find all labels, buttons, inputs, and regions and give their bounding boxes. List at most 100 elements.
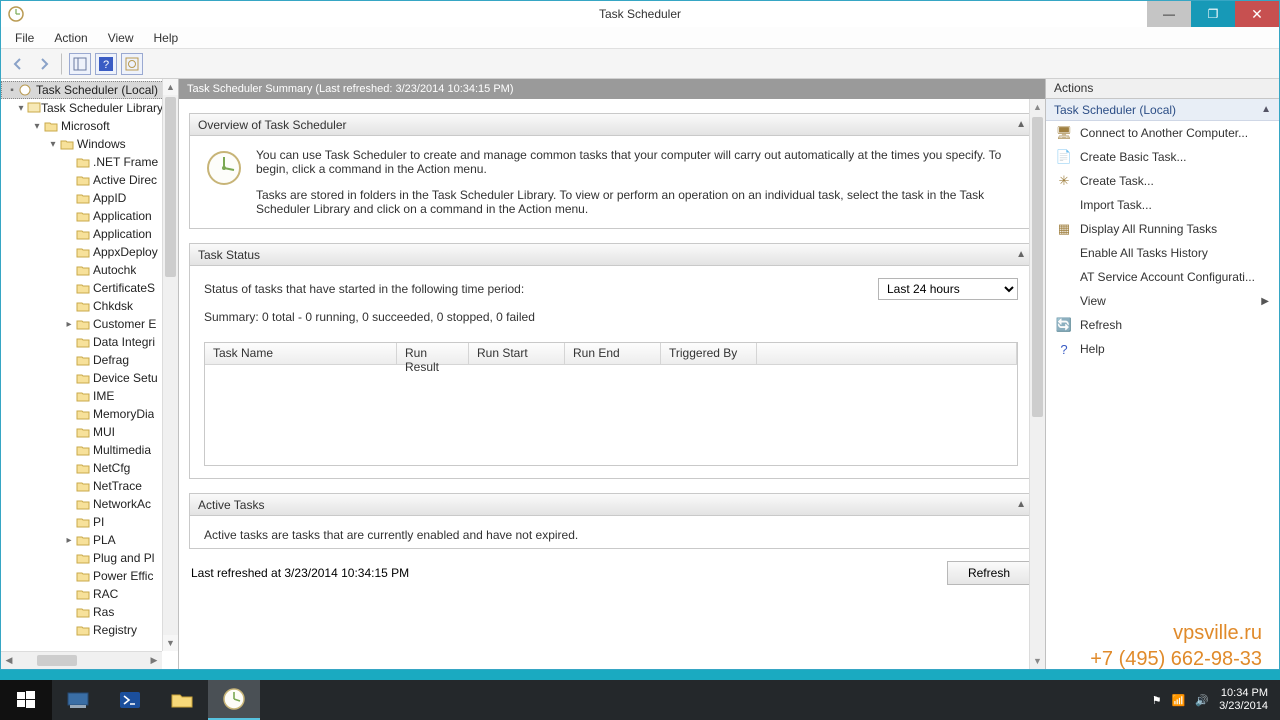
tree-item[interactable]: Power Effic [1, 567, 178, 585]
actions-panel: Actions Task Scheduler (Local) ▲ 🖥Connec… [1045, 79, 1279, 669]
menu-action[interactable]: Action [44, 28, 97, 48]
period-select[interactable]: Last 24 hours [878, 278, 1018, 300]
tree-item[interactable]: Defrag [1, 351, 178, 369]
scheduler-icon [18, 83, 34, 97]
taskbar-powershell[interactable] [104, 680, 156, 720]
tree-root[interactable]: ▪ Task Scheduler (Local) [1, 81, 178, 99]
col-triggered-by[interactable]: Triggered By [661, 343, 757, 364]
tree-panel: ▪ Task Scheduler (Local) ▾ Task Schedule… [1, 79, 179, 669]
tree-item[interactable]: Chkdsk [1, 297, 178, 315]
folder-icon [75, 497, 91, 511]
tree-hscrollbar[interactable]: ◀▶ [1, 651, 162, 669]
refresh-button[interactable]: Refresh [947, 561, 1031, 585]
folder-icon [75, 317, 91, 331]
col-task-name[interactable]: Task Name [205, 343, 397, 364]
tree-item[interactable]: Plug and Pl [1, 549, 178, 567]
tree-item[interactable]: ▸Customer E [1, 315, 178, 333]
tray-flag-icon[interactable]: ⚑ [1152, 694, 1162, 707]
tree-item[interactable]: NetTrace [1, 477, 178, 495]
center-vscrollbar[interactable]: ▲▼ [1029, 99, 1045, 669]
taskbar-task-scheduler[interactable] [208, 680, 260, 720]
tree-item[interactable]: Application [1, 225, 178, 243]
tree-item[interactable]: RAC [1, 585, 178, 603]
action-item[interactable]: View▶ [1046, 289, 1279, 313]
action-icon: 🖥 [1056, 125, 1072, 141]
content: ▪ Task Scheduler (Local) ▾ Task Schedule… [1, 79, 1279, 669]
tree-item[interactable]: MUI [1, 423, 178, 441]
col-run-end[interactable]: Run End [565, 343, 661, 364]
tree-item[interactable]: NetCfg [1, 459, 178, 477]
tree-item[interactable]: Application [1, 207, 178, 225]
action-item[interactable]: Import Task... [1046, 193, 1279, 217]
system-tray[interactable]: ⚑ 📶 🔊 10:34 PM 3/23/2014 [1140, 680, 1280, 720]
col-run-result[interactable]: Run Result [397, 343, 469, 364]
tray-network-icon[interactable]: 📶 [1172, 694, 1186, 707]
menu-help[interactable]: Help [144, 28, 189, 48]
action-item[interactable]: ✳Create Task... [1046, 169, 1279, 193]
tree[interactable]: ▪ Task Scheduler (Local) ▾ Task Schedule… [1, 79, 178, 669]
help-button[interactable]: ? [95, 53, 117, 75]
close-button[interactable]: ✕ [1235, 1, 1279, 27]
tree-item[interactable]: IME [1, 387, 178, 405]
folder-icon [75, 605, 91, 619]
taskbar-explorer[interactable] [156, 680, 208, 720]
menubar: File Action View Help [1, 27, 1279, 49]
folder-icon [75, 515, 91, 529]
tree-item[interactable]: Active Direc [1, 171, 178, 189]
action-item[interactable]: 🔄Refresh [1046, 313, 1279, 337]
tree-item[interactable]: CertificateS [1, 279, 178, 297]
taskbar[interactable]: ⚑ 📶 🔊 10:34 PM 3/23/2014 [0, 680, 1280, 720]
action-item[interactable]: ▦Display All Running Tasks [1046, 217, 1279, 241]
status-grid[interactable]: Task Name Run Result Run Start Run End T… [204, 342, 1018, 466]
task-status-header[interactable]: Task Status ▲ [190, 244, 1032, 266]
tray-sound-icon[interactable]: 🔊 [1195, 694, 1209, 707]
refresh-toolbar-button[interactable] [121, 53, 143, 75]
action-item[interactable]: ?Help [1046, 337, 1279, 361]
tree-item[interactable]: Device Setu [1, 369, 178, 387]
forward-button[interactable] [33, 53, 55, 75]
folder-icon [75, 623, 91, 637]
actions-subtitle[interactable]: Task Scheduler (Local) ▲ [1046, 99, 1279, 121]
tree-item[interactable]: ▸PLA [1, 531, 178, 549]
tree-item[interactable]: .NET Frame [1, 153, 178, 171]
show-hide-tree-button[interactable] [69, 53, 91, 75]
col-run-start[interactable]: Run Start [469, 343, 565, 364]
summary-header: Task Scheduler Summary (Last refreshed: … [179, 79, 1045, 99]
active-tasks-group: Active Tasks ▲ Active tasks are tasks th… [189, 493, 1033, 549]
titlebar[interactable]: Task Scheduler — ❐ ✕ [1, 1, 1279, 27]
folder-icon [75, 551, 91, 565]
tree-microsoft[interactable]: ▾ Microsoft [1, 117, 178, 135]
tree-item[interactable]: MemoryDia [1, 405, 178, 423]
tree-item[interactable]: AppxDeploy [1, 243, 178, 261]
overview-header[interactable]: Overview of Task Scheduler ▲ [190, 114, 1032, 136]
tree-item[interactable]: Multimedia [1, 441, 178, 459]
menu-view[interactable]: View [98, 28, 144, 48]
menu-file[interactable]: File [5, 28, 44, 48]
tree-item[interactable]: NetworkAc [1, 495, 178, 513]
tray-clock[interactable]: 10:34 PM 3/23/2014 [1219, 687, 1268, 713]
back-button[interactable] [7, 53, 29, 75]
tree-item[interactable]: PI [1, 513, 178, 531]
start-button[interactable] [0, 680, 52, 720]
tree-item[interactable]: Autochk [1, 261, 178, 279]
minimize-button[interactable]: — [1147, 1, 1191, 27]
folder-icon [75, 299, 91, 313]
library-icon [27, 101, 41, 116]
active-tasks-header[interactable]: Active Tasks ▲ [190, 494, 1032, 516]
tree-vscrollbar[interactable]: ▲▼ [162, 79, 178, 651]
folder-icon [75, 443, 91, 457]
tree-item[interactable]: Registry [1, 621, 178, 639]
taskbar-server-manager[interactable] [52, 680, 104, 720]
window-title: Task Scheduler [599, 7, 681, 21]
action-item[interactable]: AT Service Account Configurati... [1046, 265, 1279, 289]
tree-item[interactable]: Ras [1, 603, 178, 621]
action-item[interactable]: 📄Create Basic Task... [1046, 145, 1279, 169]
tree-windows[interactable]: ▾ Windows [1, 135, 178, 153]
folder-icon [75, 569, 91, 583]
tree-library[interactable]: ▾ Task Scheduler Library [1, 99, 178, 117]
action-item[interactable]: 🖥Connect to Another Computer... [1046, 121, 1279, 145]
action-item[interactable]: Enable All Tasks History [1046, 241, 1279, 265]
maximize-button[interactable]: ❐ [1191, 1, 1235, 27]
tree-item[interactable]: AppID [1, 189, 178, 207]
tree-item[interactable]: Data Integri [1, 333, 178, 351]
